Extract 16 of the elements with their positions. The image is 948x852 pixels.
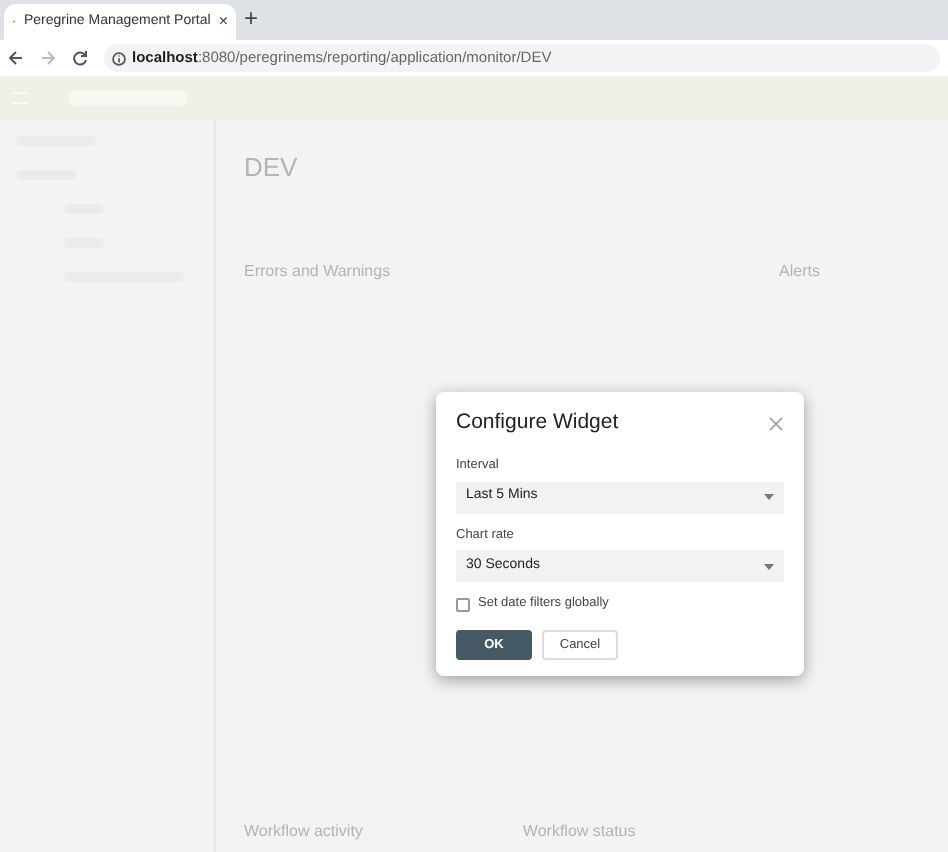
reload-icon[interactable] bbox=[72, 50, 88, 66]
page-heading: DEV bbox=[244, 150, 300, 186]
checkbox[interactable] bbox=[456, 597, 470, 612]
caret-icon bbox=[764, 563, 774, 570]
back-icon[interactable] bbox=[8, 50, 24, 66]
card-title: Workflow status bbox=[522, 820, 636, 844]
close-icon[interactable]: × bbox=[218, 10, 228, 34]
card-title: Alerts bbox=[779, 259, 820, 283]
card-title: Errors and Warnings bbox=[244, 259, 391, 283]
new-tab-button[interactable]: + bbox=[244, 0, 259, 36]
forward-icon[interactable] bbox=[40, 50, 56, 66]
caret-icon bbox=[764, 494, 774, 500]
card-title: Workflow activity bbox=[244, 820, 363, 844]
info-icon bbox=[112, 51, 126, 65]
dialog-title: Configure Widget bbox=[456, 408, 619, 438]
close-icon[interactable] bbox=[768, 415, 784, 432]
